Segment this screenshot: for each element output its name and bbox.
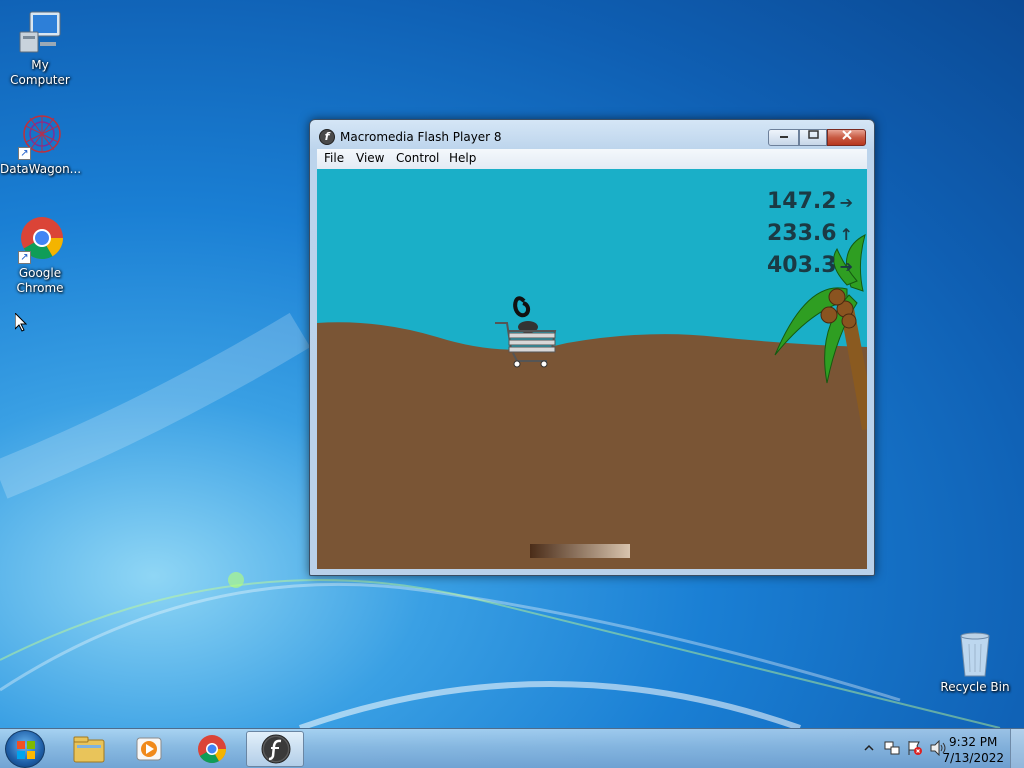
- minimize-icon: [779, 136, 788, 138]
- desktop-icon-datawagon[interactable]: ↗ DataWagon...: [0, 112, 82, 177]
- desktop-icon-recycle-bin[interactable]: Recycle Bin: [935, 630, 1015, 695]
- hud-height-value: 233.6: [767, 221, 837, 246]
- hud-total: 403.3 ➔: [767, 253, 853, 278]
- window-title: Macromedia Flash Player 8: [340, 130, 502, 144]
- show-desktop-button[interactable]: [1010, 729, 1024, 768]
- windows-flag-swirl: [228, 572, 244, 588]
- network-icon[interactable]: [884, 740, 900, 756]
- desktop-icon-my-computer[interactable]: My Computer: [0, 8, 80, 88]
- desktop-icon-label: DataWagon...: [0, 162, 82, 176]
- hud-height: 233.6 ↑: [767, 221, 853, 246]
- media-player-icon: [136, 737, 162, 761]
- datawagon-icon: ↗: [16, 112, 64, 160]
- start-button[interactable]: [5, 730, 45, 768]
- right-arrow-icon: ➔: [839, 193, 853, 212]
- desktop-icon-label: Recycle Bin: [940, 680, 1010, 694]
- clock[interactable]: 9:32 PM 7/13/2022: [942, 734, 1004, 766]
- windows-logo-icon: [17, 741, 35, 759]
- taskbar-chrome[interactable]: [183, 731, 241, 767]
- recycle-bin-icon: [951, 630, 999, 678]
- taskbar-windows-explorer[interactable]: [60, 731, 118, 767]
- clock-date: 7/13/2022: [942, 751, 1004, 765]
- menu-bar: File View Control Help: [317, 149, 867, 169]
- chrome-icon: ↗: [16, 216, 64, 264]
- right-arrow-icon: ➔: [839, 257, 853, 276]
- menu-help[interactable]: Help: [449, 151, 476, 165]
- desktop-icon-label: Google Chrome: [16, 266, 64, 295]
- menu-file[interactable]: File: [324, 151, 344, 165]
- action-center-icon[interactable]: [907, 740, 923, 756]
- up-arrow-icon: ↑: [839, 225, 853, 244]
- title-bar[interactable]: f Macromedia Flash Player 8: [310, 120, 874, 150]
- chrome-icon: [198, 735, 226, 763]
- clock-time: 9:32 PM: [949, 735, 998, 749]
- hud-distance: 147.2 ➔: [767, 189, 853, 214]
- taskbar-flash-player[interactable]: [246, 731, 304, 767]
- flash-player-window[interactable]: f Macromedia Flash Player 8 File View Co…: [309, 119, 875, 576]
- shortcut-arrow-icon: ↗: [18, 147, 31, 160]
- flash-player-icon: [261, 734, 291, 764]
- minimize-button[interactable]: [768, 129, 799, 146]
- flash-player-icon: f: [319, 129, 335, 145]
- desktop-icon-google-chrome[interactable]: ↗ Google Chrome: [0, 216, 80, 296]
- flash-game-canvas[interactable]: 147.2 ➔ 233.6 ↑ 403.3 ➔: [317, 169, 867, 569]
- menu-view[interactable]: View: [356, 151, 384, 165]
- close-icon: [841, 130, 852, 140]
- maximize-button[interactable]: [799, 129, 827, 146]
- maximize-icon: [808, 130, 819, 139]
- ground-hill: [317, 322, 867, 569]
- menu-control[interactable]: Control: [396, 151, 439, 165]
- windows-explorer-icon: [73, 736, 105, 763]
- close-button[interactable]: [827, 129, 866, 146]
- system-tray: 9:32 PM 7/13/2022: [844, 729, 1024, 768]
- hud-distance-value: 147.2: [767, 189, 837, 214]
- power-meter: [530, 544, 630, 558]
- mouse-cursor-icon: [15, 313, 27, 332]
- hud-total-value: 403.3: [767, 253, 837, 278]
- show-hidden-icons-chevron[interactable]: [864, 743, 874, 753]
- shortcut-arrow-icon: ↗: [18, 251, 31, 264]
- taskbar: 9:32 PM 7/13/2022: [0, 728, 1024, 768]
- taskbar-media-player[interactable]: [120, 731, 178, 767]
- desktop-icon-label: My Computer: [10, 58, 70, 87]
- computer-icon: [16, 8, 64, 56]
